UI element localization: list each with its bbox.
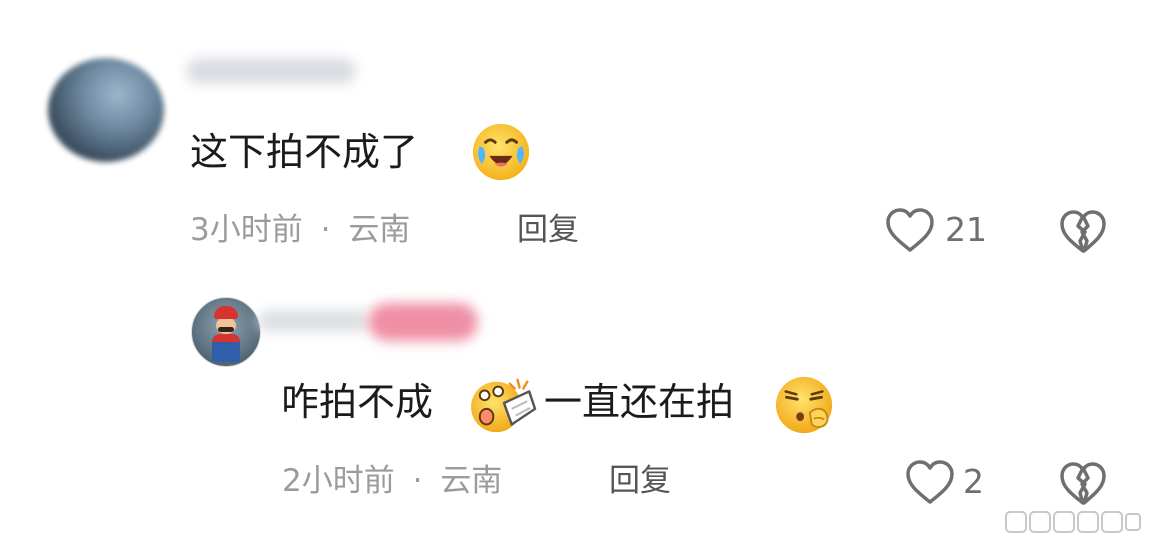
comment-text-part2: 一直还在拍: [544, 380, 735, 424]
comment-text-part1: 咋拍不成: [281, 380, 434, 424]
reply-comment-item: 咋拍不成 一直还在拍 2小时前 · 云南 回复 2: [0, 0, 1152, 548]
like-count: 2: [963, 462, 984, 501]
avatar-figure-hat: [214, 306, 238, 319]
watermark-logo: [1005, 511, 1141, 533]
comment-time: 2小时前: [282, 463, 395, 499]
reply-button[interactable]: 回复: [609, 466, 671, 497]
meta-separator: ·: [412, 463, 423, 499]
avatar[interactable]: [191, 297, 261, 367]
heart-outline-icon[interactable]: [904, 458, 956, 506]
username-blurred-highlight[interactable]: [368, 303, 478, 341]
username-blurred[interactable]: [258, 310, 368, 332]
avatar-figure-shirt: [212, 334, 240, 342]
comment-meta: 2小时前 · 云南: [282, 466, 502, 497]
comment-location: 云南: [440, 463, 503, 499]
thinking-shh-emoji: [775, 376, 833, 434]
broken-heart-icon[interactable]: [1058, 459, 1108, 507]
avatar-figure-mustache: [218, 327, 234, 332]
shocked-emoji: [471, 378, 537, 433]
